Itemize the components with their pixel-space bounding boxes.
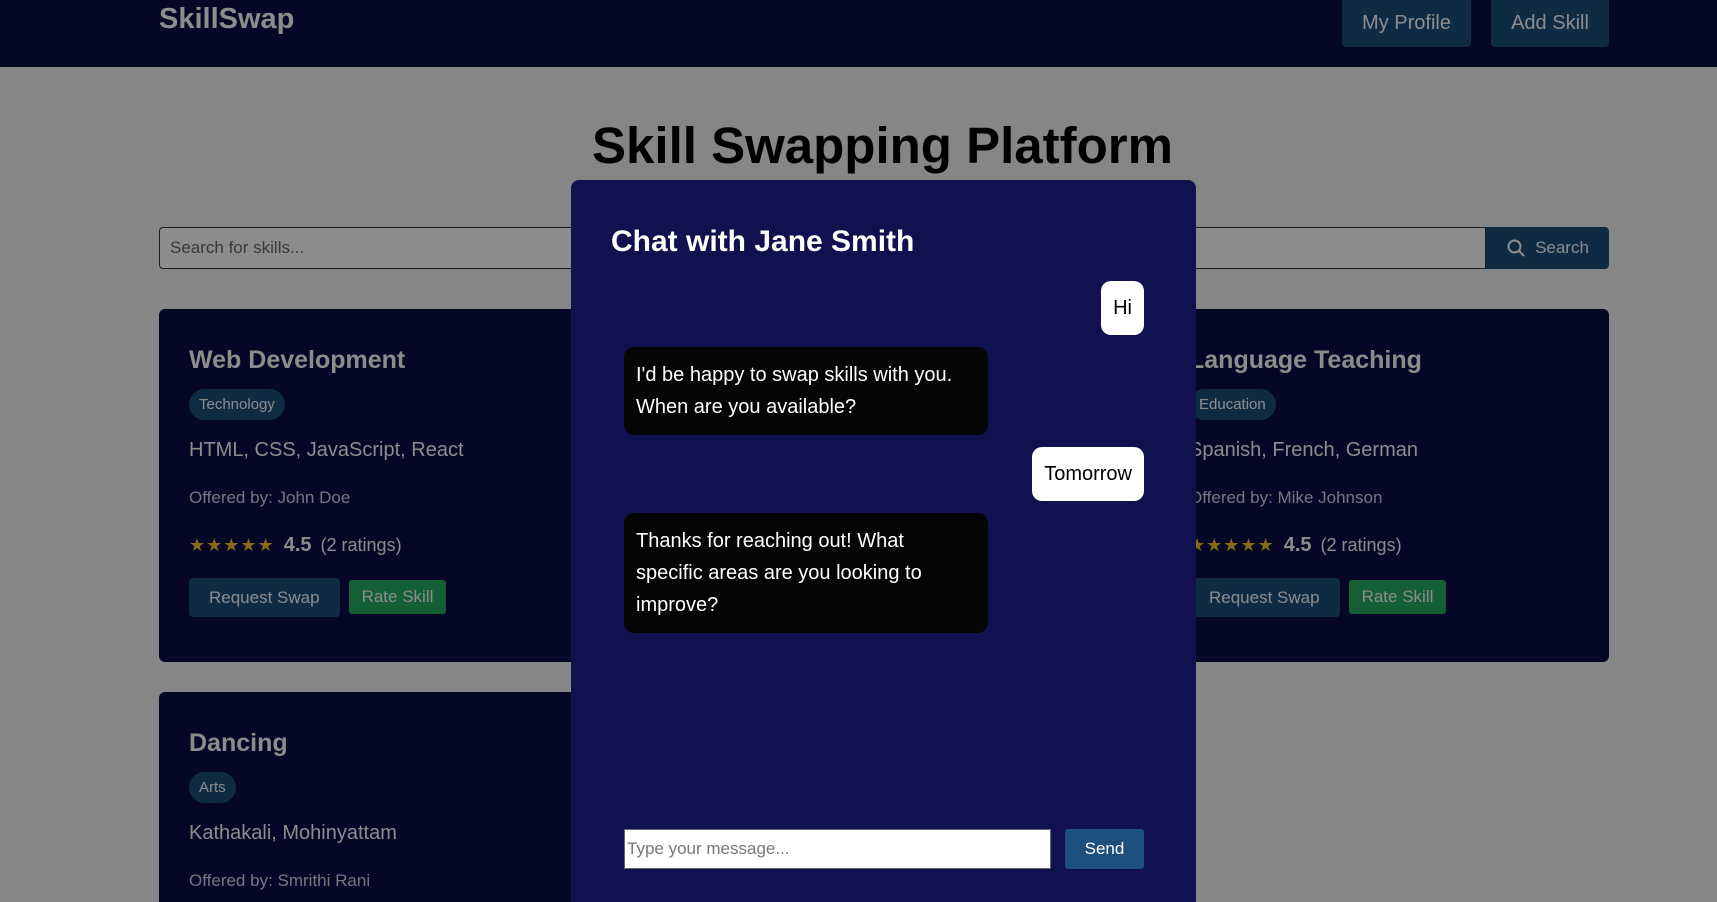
chat-modal: Chat with Jane Smith Hi I'd be happy to … — [571, 180, 1196, 902]
message-input[interactable]: Type your message... — [624, 829, 1051, 869]
sent-message: Tomorrow — [1032, 447, 1144, 501]
received-message: I'd be happy to swap skills with you. Wh… — [624, 347, 988, 435]
chat-title: Chat with Jane Smith — [611, 225, 915, 258]
chat-messages: Hi I'd be happy to swap skills with you.… — [624, 281, 1144, 633]
send-button[interactable]: Send — [1065, 829, 1144, 869]
sent-message: Hi — [1101, 281, 1144, 335]
received-message: Thanks for reaching out! What specific a… — [624, 513, 988, 633]
